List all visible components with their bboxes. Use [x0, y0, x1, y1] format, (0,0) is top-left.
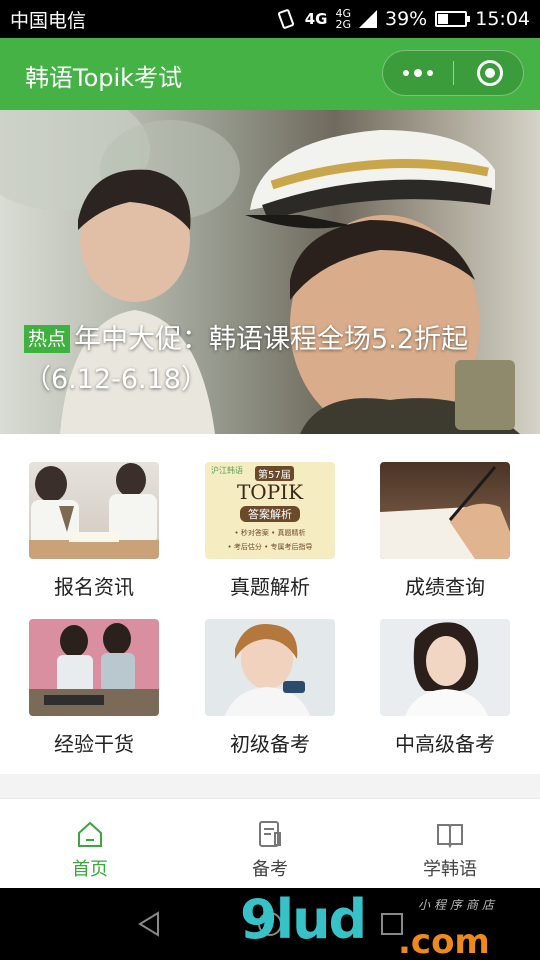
book-icon	[437, 824, 463, 849]
portrait-woman-photo	[380, 619, 510, 716]
notes-icon	[259, 821, 281, 847]
watermark-main: 9lud	[240, 888, 367, 951]
grid-item-registration[interactable]: 报名资讯	[19, 462, 169, 600]
app-title: 韩语Topik考试	[25, 64, 183, 92]
home-icon	[78, 821, 102, 847]
network-small-bottom: 2G	[335, 18, 351, 31]
battery-icon	[435, 11, 471, 27]
carrier-label: 中国电信	[10, 9, 87, 32]
capsule-divider	[453, 61, 454, 85]
students-writing-photo	[29, 462, 159, 559]
grid-item-intermediate[interactable]: 中高级备考	[370, 619, 520, 757]
tab-prepare[interactable]: 备考	[180, 799, 360, 889]
topik-book-cover: 沪江韩语 第57届 TOPIK 答案解析 • 秒对答案 • 真题精析 • 考后估…	[205, 462, 335, 559]
two-people-sofa-photo	[29, 619, 159, 716]
topik-subtitle: 答案解析	[240, 506, 300, 522]
tab-label: 备考	[252, 859, 288, 880]
banner-headline-text: 年中大促：韩语课程全场5.2折起（6.12-6.18）	[24, 324, 468, 395]
hand-writing-photo	[380, 462, 510, 559]
tab-home[interactable]: 首页	[0, 799, 180, 889]
grid-label: 真题解析	[230, 575, 310, 599]
hero-banner[interactable]: 热点 年中大促：韩语课程全场5.2折起（6.12-6.18）	[0, 110, 540, 434]
banner-headline: 热点 年中大促：韩语课程全场5.2折起（6.12-6.18）	[24, 320, 504, 400]
section-divider	[0, 774, 540, 798]
tab-label: 首页	[72, 859, 108, 880]
signal-icon	[359, 10, 377, 28]
watermark-small: 小程序商店	[418, 898, 499, 912]
more-dots-icon[interactable]	[383, 51, 453, 95]
vibrate-icon	[277, 9, 294, 29]
grid-label: 报名资讯	[54, 575, 134, 599]
grid-label: 中高级备考	[395, 732, 495, 756]
clock: 15:04	[475, 8, 530, 30]
grid-label: 经验干货	[54, 732, 134, 756]
watermark-logo: 9lud .com 小程序商店	[240, 888, 540, 962]
back-triangle-icon[interactable]	[136, 910, 164, 938]
grid-item-beginner[interactable]: 初级备考	[195, 619, 345, 757]
grid-label: 成绩查询	[405, 575, 485, 599]
network-small: 4G 2G	[335, 8, 351, 30]
network-label: 4G	[304, 10, 328, 28]
topik-title: TOPIK	[236, 480, 304, 504]
topik-line1: • 秒对答案 • 真题精析	[234, 529, 306, 537]
feature-grid: 报名资讯 沪江韩语 第57届 TOPIK 答案解析 • 秒对答案 • 真题精析 …	[0, 434, 540, 774]
battery-percent: 39%	[385, 8, 428, 30]
topik-line2: • 考后估分 • 专属考后指导	[227, 543, 313, 551]
watermark-suffix: .com	[398, 922, 490, 962]
hot-tag: 热点	[24, 325, 71, 353]
status-bar: 中国电信 4G 4G 2G 39% 15:04	[0, 0, 540, 38]
circle-close-icon[interactable]	[477, 60, 503, 86]
tab-bar: 首页 备考 学韩语	[0, 798, 540, 888]
grid-item-exam-analysis[interactable]: 沪江韩语 第57届 TOPIK 答案解析 • 秒对答案 • 真题精析 • 考后估…	[195, 462, 345, 600]
topik-brand: 沪江韩语	[211, 466, 243, 475]
grid-label: 初级备考	[230, 732, 310, 756]
status-indicators: 4G 4G 2G 39% 15:04	[275, 8, 530, 30]
portrait-man-photo	[205, 619, 335, 716]
title-bar: 韩语Topik考试	[0, 38, 540, 110]
tab-learn-korean[interactable]: 学韩语	[360, 799, 540, 889]
tab-label: 学韩语	[423, 859, 477, 880]
grid-item-score-query[interactable]: 成绩查询	[370, 462, 520, 600]
menu-capsule	[382, 50, 524, 96]
topik-edition-badge: 第57届	[255, 466, 294, 481]
grid-item-experience[interactable]: 经验干货	[19, 619, 169, 757]
